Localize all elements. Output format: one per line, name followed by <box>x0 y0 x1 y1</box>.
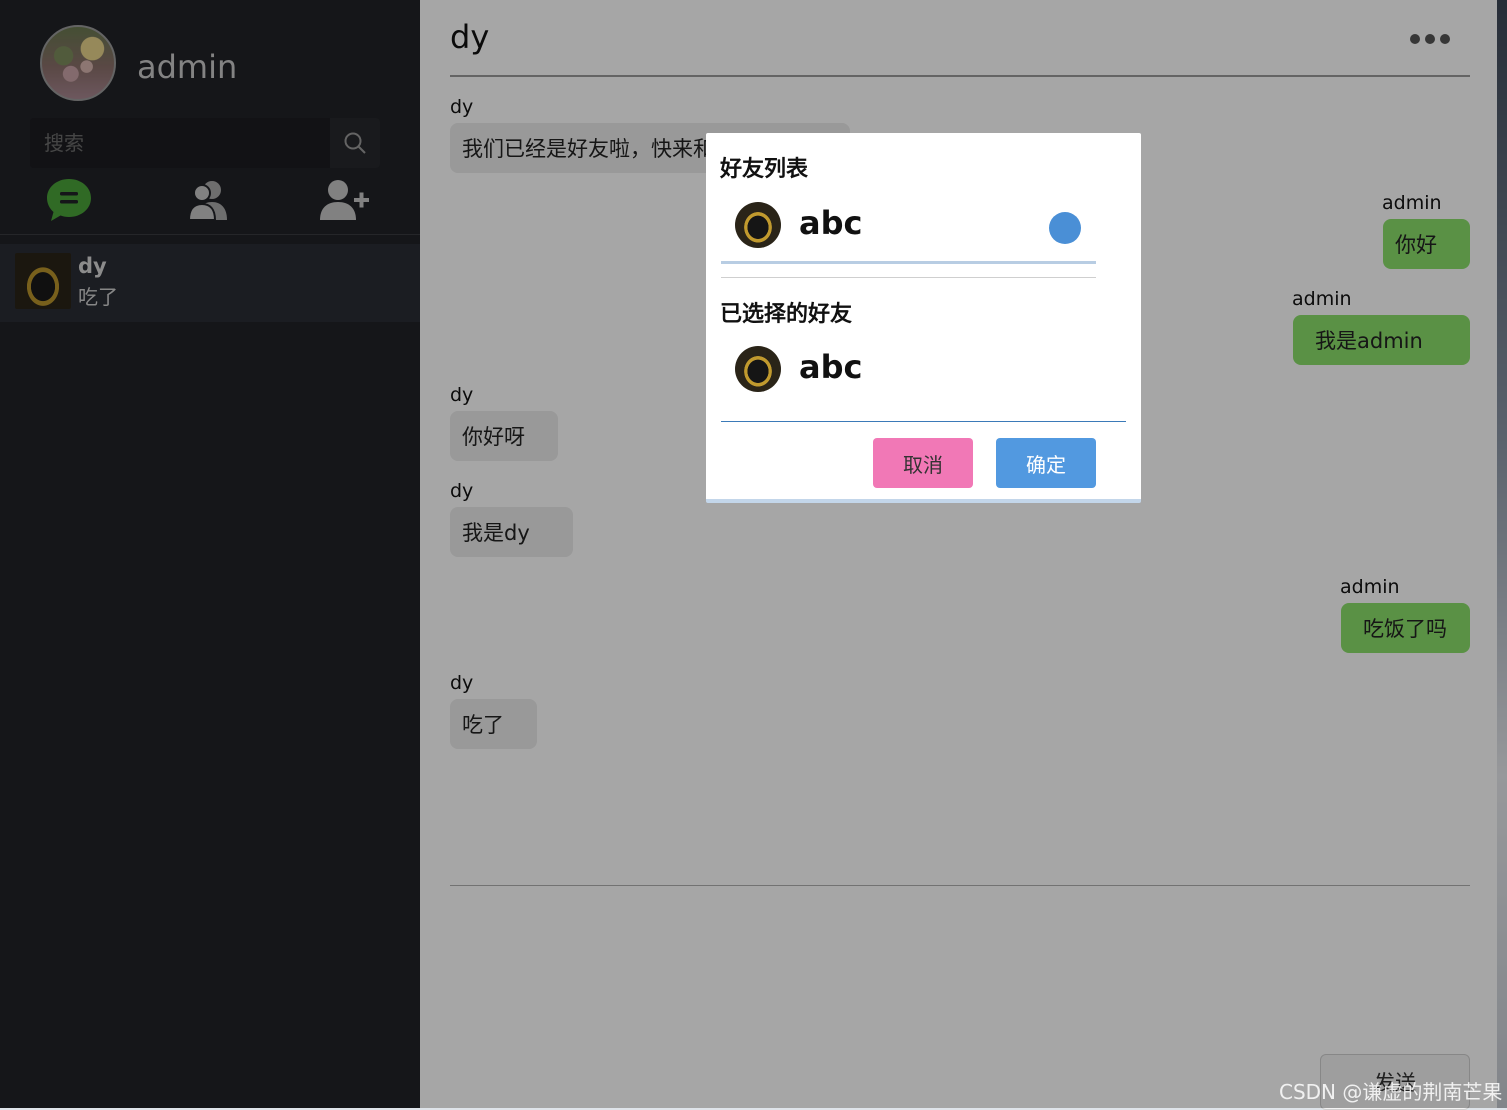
dialog-divider <box>721 277 1096 278</box>
friend-name: abc <box>799 348 863 386</box>
selected-friend-item[interactable]: abc <box>721 340 1096 405</box>
friend-list-item[interactable]: abc <box>721 196 1096 264</box>
dialog-footer-divider <box>721 421 1126 422</box>
confirm-button[interactable]: 确定 <box>996 438 1096 488</box>
friend-list-title: 好友列表 <box>720 157 809 182</box>
friend-avatar <box>735 346 781 392</box>
friend-select-radio[interactable] <box>1049 212 1081 244</box>
select-friends-dialog: 好友列表 abc 已选择的好友 abc 取消 确定 <box>706 133 1141 503</box>
cancel-button[interactable]: 取消 <box>873 438 973 488</box>
friend-name: abc <box>799 204 863 242</box>
selected-friends-title: 已选择的好友 <box>720 302 853 327</box>
friend-avatar <box>735 202 781 248</box>
watermark: CSDN @谦虚的荆南芒果 <box>1279 1080 1503 1104</box>
